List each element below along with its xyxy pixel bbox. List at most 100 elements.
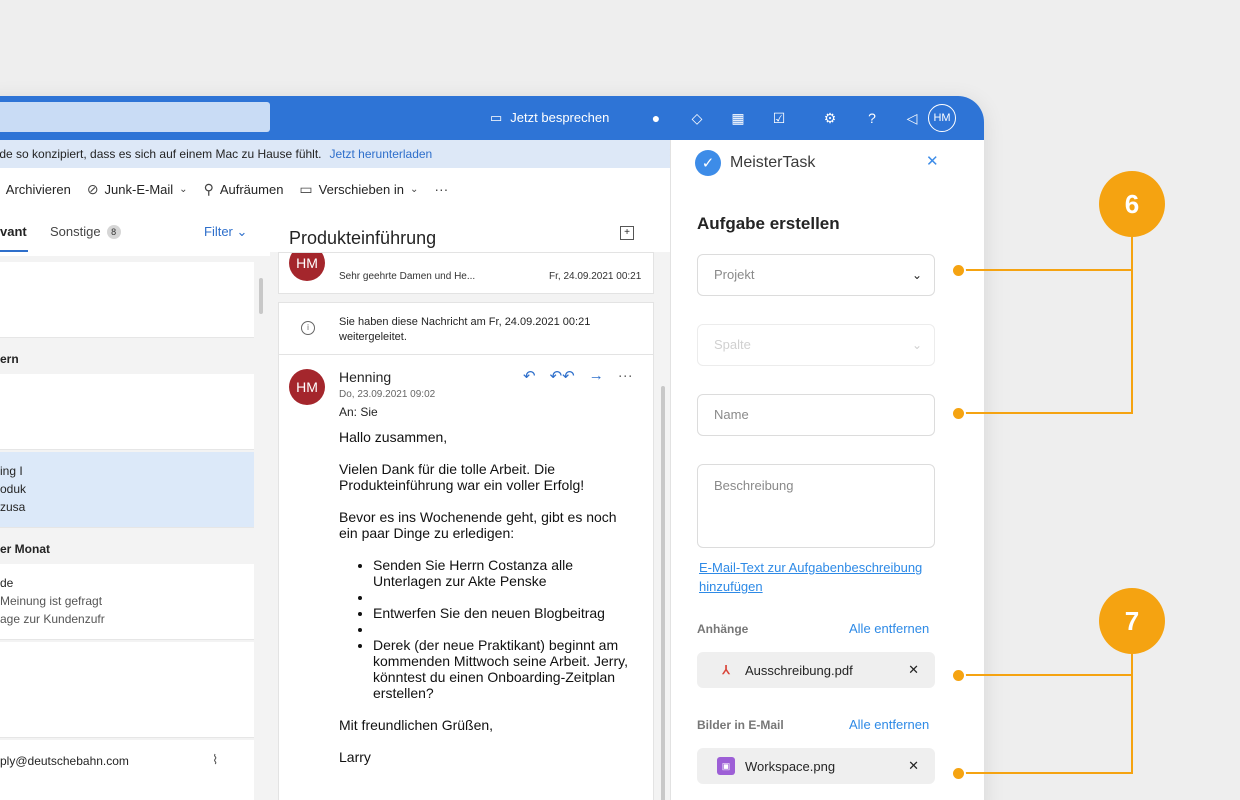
message-list: vant Sonstige 8 Filter ⌄ ern ing I oduk … bbox=[0, 210, 270, 800]
help-icon[interactable]: ? bbox=[862, 108, 882, 128]
reading-pane: Produkteinführung + HM Sehr geehrte Dame… bbox=[270, 210, 690, 800]
description-field[interactable]: Beschreibung bbox=[697, 464, 935, 548]
collapsed-message[interactable]: HM Sehr geehrte Damen und He... Fr, 24.0… bbox=[278, 252, 654, 294]
video-camera-icon: ▭ bbox=[490, 110, 503, 125]
recipient-line: An: Sie bbox=[339, 405, 378, 419]
bullet-list: Senden Sie Herrn Costanza alle Unterlage… bbox=[373, 557, 639, 701]
list-item-subject: oduk bbox=[0, 482, 27, 496]
list-item[interactable]: ply@deutschebahn.com ⌇ bbox=[0, 740, 254, 800]
filter-button[interactable]: Filter ⌄ bbox=[204, 224, 247, 240]
search-input[interactable]: en bbox=[0, 102, 270, 132]
group-header: ern bbox=[0, 352, 19, 366]
signature: Larry bbox=[339, 749, 371, 765]
images-label: Bilder in E-Mail bbox=[697, 718, 784, 732]
task-icon[interactable]: ☑ bbox=[769, 108, 789, 128]
list-item[interactable] bbox=[0, 262, 254, 338]
list-item[interactable]: de Meinung ist gefragt age zur Kundenzuf… bbox=[0, 564, 254, 640]
close-icon[interactable]: ✕ bbox=[926, 152, 939, 170]
more-button[interactable]: ··· bbox=[434, 181, 448, 197]
more-icon[interactable]: ··· bbox=[618, 367, 633, 385]
bullet-item bbox=[373, 589, 639, 605]
bullet-item bbox=[373, 621, 639, 637]
message-body-area: HM Henning Do, 23.09.2021 09:02 An: Sie … bbox=[279, 357, 653, 800]
meistertask-check-icon: ✓ bbox=[695, 150, 721, 176]
tab-other[interactable]: Sonstige 8 bbox=[50, 224, 121, 239]
chevron-down-icon: ⌄ bbox=[409, 183, 419, 195]
message-snippet: Sehr geehrte Damen und He... bbox=[339, 271, 476, 282]
name-placeholder: Name bbox=[714, 407, 749, 422]
list-item[interactable] bbox=[0, 642, 254, 738]
list-item-selected[interactable]: ing I oduk zusa bbox=[0, 452, 254, 528]
project-select[interactable]: Projekt ⌄ bbox=[697, 254, 935, 296]
open-message: i Sie haben diese Nachricht am Fr, 24.09… bbox=[278, 302, 654, 800]
expand-icon[interactable]: + bbox=[620, 226, 634, 240]
list-item-sender: ply@deutschebahn.com bbox=[0, 754, 129, 768]
forward-notice-text: Sie haben diese Nachricht am Fr, 24.09.2… bbox=[339, 316, 591, 343]
image-filename: Workspace.png bbox=[745, 758, 836, 774]
chevron-down-icon: ⌄ bbox=[179, 183, 188, 195]
meet-now-button[interactable]: ▭ Jetzt besprechen bbox=[490, 96, 609, 140]
tab-relevant[interactable]: vant bbox=[0, 224, 27, 239]
remove-all-attachments-button[interactable]: Alle entfernen bbox=[849, 621, 929, 636]
forward-icon[interactable]: → bbox=[589, 367, 604, 385]
outlook-window: en ▭ Jetzt besprechen ● ◇ ▦ ☑ ⚙ ? ◁ HM w… bbox=[0, 96, 984, 800]
reply-all-icon[interactable]: ↶↶ bbox=[550, 367, 575, 385]
inbox-tabs: vant Sonstige 8 Filter ⌄ bbox=[0, 210, 270, 256]
message-body: Hallo zusammen, Vielen Dank für die toll… bbox=[339, 429, 639, 781]
folder-move-icon: ▭ bbox=[299, 180, 313, 197]
description-placeholder: Beschreibung bbox=[714, 478, 794, 493]
callout-line bbox=[1131, 237, 1133, 414]
pdf-icon: ⅄ bbox=[722, 663, 730, 677]
reading-scrollbar[interactable] bbox=[661, 386, 665, 800]
message-date: Do, 23.09.2021 09:02 bbox=[339, 389, 436, 400]
list-item[interactable] bbox=[0, 374, 254, 450]
closing: Mit freundlichen Grüßen, bbox=[339, 717, 494, 733]
command-toolbar: 🗃 Archivieren ⊘ Junk-E-Mail ⌄ ⚲ Aufräume… bbox=[0, 168, 690, 210]
message-actions: ↶ ↶↶ → ··· bbox=[523, 367, 633, 385]
add-email-text-link[interactable]: E-Mail-Text zur Aufgabenbeschreibung hin… bbox=[699, 558, 939, 596]
remove-attachment-button[interactable]: ✕ bbox=[908, 662, 919, 678]
image-chip: ▣ Workspace.png ✕ bbox=[697, 748, 935, 784]
avatar[interactable]: HM bbox=[928, 104, 956, 132]
broom-icon: ⚲ bbox=[203, 180, 214, 197]
image-icon: ▣ bbox=[717, 757, 735, 775]
archive-button[interactable]: 🗃 Archivieren bbox=[0, 181, 71, 198]
callout-dot bbox=[951, 766, 966, 781]
sender-name: Henning bbox=[339, 369, 392, 385]
callout-line bbox=[1131, 654, 1133, 774]
meet-now-label: Jetzt besprechen bbox=[510, 110, 610, 125]
chevron-down-icon: ⌄ bbox=[911, 268, 922, 282]
app-title: MeisterTask bbox=[730, 154, 816, 171]
megaphone-icon[interactable]: ◁ bbox=[902, 108, 922, 128]
junk-button[interactable]: ⊘ Junk-E-Mail ⌄ bbox=[87, 181, 188, 198]
bullet-item: Entwerfen Sie den neuen Blogbeitrag bbox=[373, 605, 639, 621]
remove-image-button[interactable]: ✕ bbox=[908, 758, 919, 774]
group-header: er Monat bbox=[0, 542, 51, 556]
forward-notice: i Sie haben diese Nachricht am Fr, 24.09… bbox=[279, 303, 653, 355]
top-bar: en ▭ Jetzt besprechen ● ◇ ▦ ☑ ⚙ ? ◁ HM bbox=[0, 96, 984, 140]
body-paragraph: Bevor es ins Wochenende geht, gibt es no… bbox=[339, 509, 617, 541]
move-button[interactable]: ▭ Verschieben in ⌄ bbox=[299, 181, 418, 198]
count-badge: 8 bbox=[106, 224, 121, 239]
sweep-button[interactable]: ⚲ Aufräumen bbox=[204, 181, 284, 198]
gear-icon[interactable]: ⚙ bbox=[820, 108, 840, 128]
reply-icon[interactable]: ↶ bbox=[523, 367, 536, 385]
panel-title: Aufgabe erstellen bbox=[697, 214, 840, 233]
sweep-label: Aufräumen bbox=[219, 181, 284, 197]
message-date: Fr, 24.09.2021 00:21 bbox=[549, 271, 642, 282]
sender-avatar: HM bbox=[289, 253, 325, 281]
download-link[interactable]: Jetzt herunterladen bbox=[330, 147, 433, 161]
subject-bar: Produkteinführung + bbox=[270, 210, 690, 252]
diamond-icon[interactable]: ◇ bbox=[687, 108, 707, 128]
office-apps-icon[interactable]: ▦ bbox=[728, 108, 748, 128]
list-item-sender: de bbox=[0, 576, 14, 590]
remove-all-images-button[interactable]: Alle entfernen bbox=[849, 717, 929, 732]
list-scrollbar[interactable] bbox=[259, 278, 263, 314]
skype-icon[interactable]: ● bbox=[646, 108, 666, 128]
name-field[interactable]: Name bbox=[697, 394, 935, 436]
callout-badge-6: 6 bbox=[1099, 171, 1165, 237]
attachment-icon: ⌇ bbox=[212, 752, 219, 767]
move-label: Verschieben in bbox=[318, 181, 404, 197]
callout-dot bbox=[951, 263, 966, 278]
banner-text: wurde so konzipiert, dass es sich auf ei… bbox=[0, 147, 322, 161]
